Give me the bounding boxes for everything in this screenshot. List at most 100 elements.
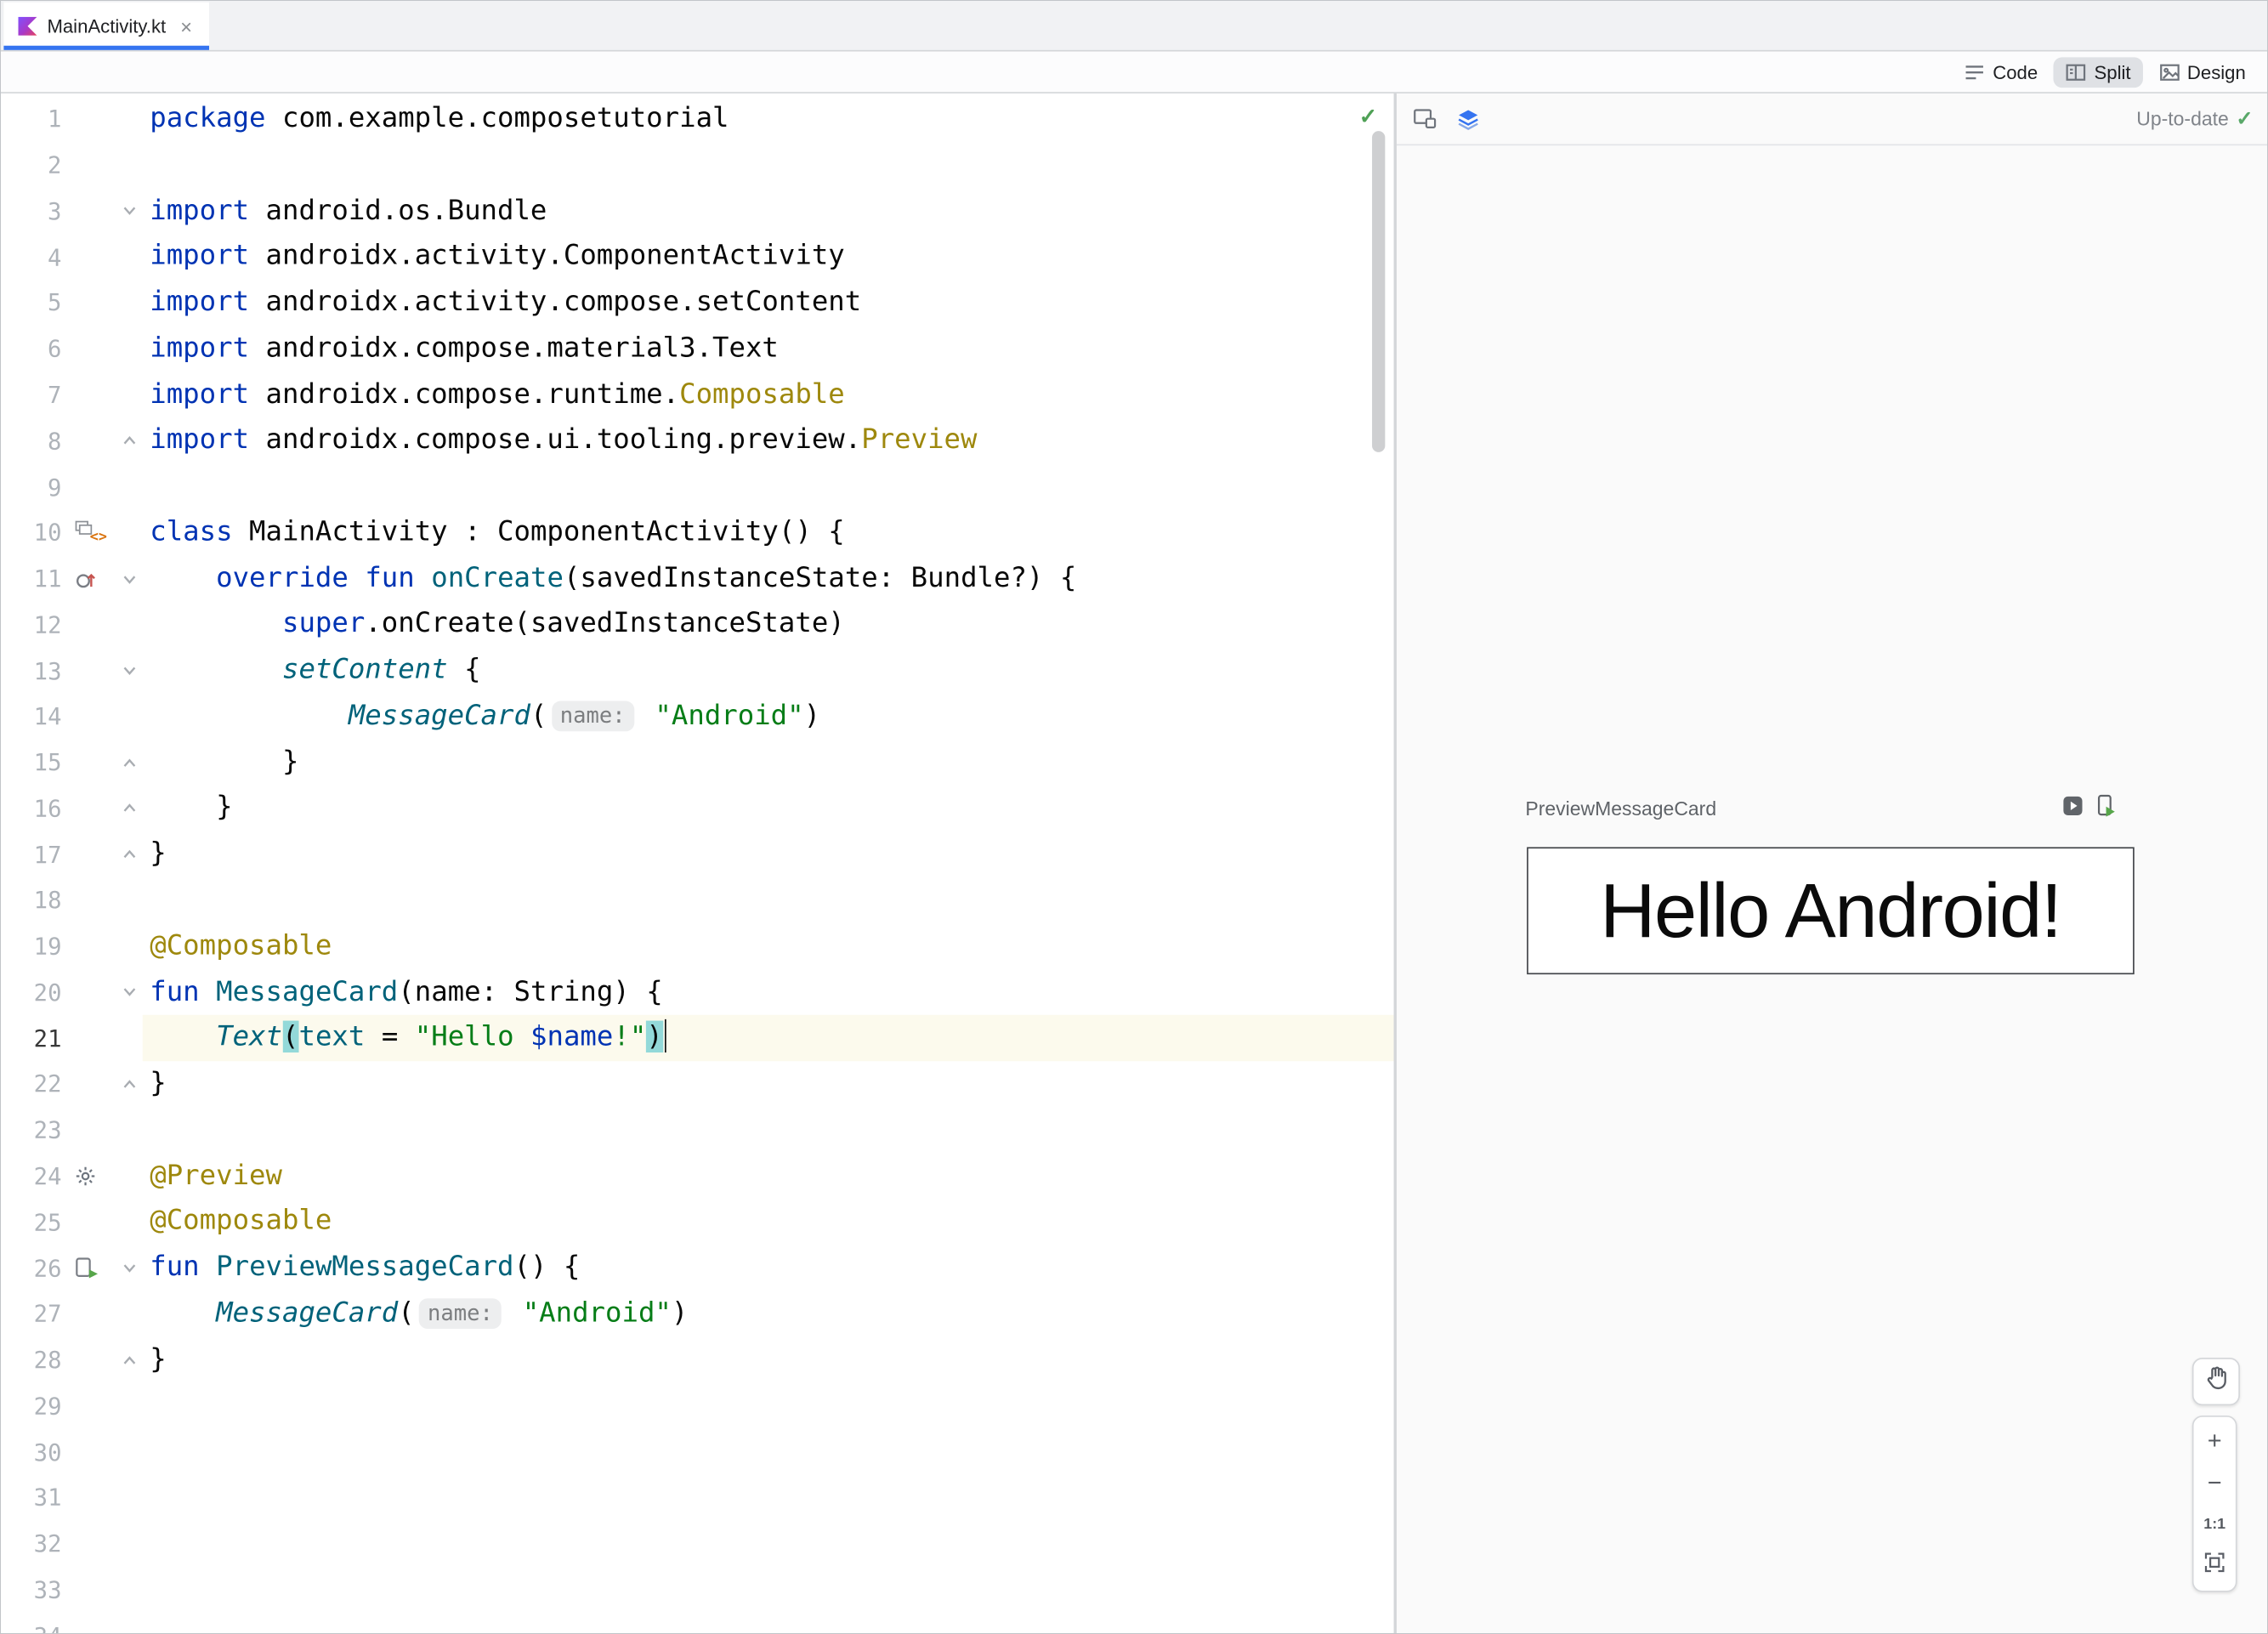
code-text[interactable]: fun MessageCard(name: String) { <box>143 969 1394 1015</box>
design-view-button[interactable]: Design <box>2146 57 2257 88</box>
line-number: 9 <box>48 473 62 501</box>
code-line[interactable]: 16 } <box>1 786 1394 831</box>
code-line[interactable]: 5 import androidx.activity.compose.setCon… <box>1 281 1394 326</box>
code-text[interactable]: } <box>143 786 1394 831</box>
code-text[interactable]: Text(text = "Hello $name!") <box>142 1015 1394 1062</box>
interactive-mode-icon[interactable] <box>2062 794 2084 823</box>
fit-to-screen-button[interactable] <box>2194 1547 2236 1585</box>
code-text[interactable]: import androidx.activity.compose.setCont… <box>143 281 1394 326</box>
code-line[interactable]: 27 MessageCard(name: "Android") <box>1 1291 1394 1337</box>
code-text[interactable]: super.onCreate(savedInstanceState) <box>143 602 1394 648</box>
code-line[interactable]: 32 <box>1 1521 1394 1567</box>
zoom-reset-button[interactable]: 1:1 <box>2194 1506 2236 1543</box>
code-line[interactable]: 4 import androidx.activity.ComponentActiv… <box>1 234 1394 280</box>
code-line[interactable]: 10 <> class MainActivity : ComponentActivi… <box>1 510 1394 556</box>
code-line[interactable]: 7 import androidx.compose.runtime.Composa… <box>1 372 1394 418</box>
fold-up-icon[interactable] <box>116 800 143 817</box>
code-line[interactable]: 3 import android.os.Bundle <box>1 188 1394 234</box>
fold-up-icon[interactable] <box>116 846 143 863</box>
code-line[interactable]: 14 MessageCard(name: "Android") <box>1 694 1394 740</box>
code-text[interactable]: MessageCard(name: "Android") <box>143 694 1394 740</box>
code-text[interactable]: setContent { <box>143 648 1394 694</box>
code-line[interactable]: 22} <box>1 1061 1394 1107</box>
code-text[interactable]: } <box>143 1061 1394 1107</box>
compose-preview-frame: Hello Android! <box>1527 847 2135 975</box>
code-line[interactable]: 9 <box>1 464 1394 510</box>
code-line[interactable]: 18 <box>1 877 1394 923</box>
fold-down-icon[interactable] <box>116 570 143 587</box>
code-line[interactable]: 29 <box>1 1383 1394 1429</box>
run-preview-icon[interactable] <box>61 1257 116 1279</box>
code-line[interactable]: 21 Text(text = "Hello $name!") <box>1 1015 1394 1062</box>
code-line[interactable]: 30 <box>1 1429 1394 1475</box>
preview-canvas[interactable]: PreviewMessageCard Hello Android! + − 1:… <box>1397 145 2267 1633</box>
code-line[interactable]: 11 override fun onCreate(savedInstanceSt… <box>1 556 1394 602</box>
code-text[interactable]: class MainActivity : ComponentActivity()… <box>143 510 1394 556</box>
code-line[interactable]: 19 @Composable <box>1 923 1394 969</box>
ui-check-icon[interactable] <box>1413 108 1437 130</box>
fold-up-icon[interactable] <box>116 1075 143 1092</box>
tab-close-icon[interactable]: × <box>180 16 192 37</box>
code-text[interactable]: import android.os.Bundle <box>143 188 1394 234</box>
code-text[interactable]: import androidx.compose.runtime.Composab… <box>143 372 1394 418</box>
zoom-out-button[interactable]: − <box>2194 1465 2236 1502</box>
code-line[interactable]: 2 <box>1 142 1394 188</box>
code-view-icon <box>1964 61 1986 83</box>
code-line[interactable]: 26 fun PreviewMessageCard() { <box>1 1245 1394 1291</box>
code-line[interactable]: 20 fun MessageCard(name: String) { <box>1 969 1394 1015</box>
code-text[interactable]: fun PreviewMessageCard() { <box>143 1245 1394 1291</box>
code-line[interactable]: 25 @Composable <box>1 1200 1394 1245</box>
code-text[interactable]: } <box>143 831 1394 877</box>
code-text[interactable]: override fun onCreate(savedInstanceState… <box>143 556 1394 602</box>
line-number: 11 <box>33 565 62 593</box>
fold-down-icon[interactable] <box>116 662 143 679</box>
code-text[interactable]: @Composable <box>143 1200 1394 1245</box>
code-text[interactable]: } <box>143 1337 1394 1383</box>
code-line[interactable]: 1 package com.example.composetutorial <box>1 96 1394 142</box>
design-view-label: Design <box>2186 60 2246 83</box>
inspections-ok-icon[interactable]: ✓ <box>1359 104 1377 130</box>
editor-scrollbar[interactable] <box>1372 131 1386 452</box>
code-text[interactable]: import androidx.compose.ui.tooling.previ… <box>143 418 1394 464</box>
code-line[interactable]: 33 <box>1 1567 1394 1613</box>
fold-down-icon[interactable] <box>116 1259 143 1276</box>
split-view-button[interactable]: Split <box>2053 56 2143 88</box>
fold-up-icon[interactable] <box>116 754 143 771</box>
run-on-device-icon[interactable] <box>2097 793 2116 824</box>
pan-button[interactable] <box>2191 1358 2240 1406</box>
fold-down-icon[interactable] <box>116 202 143 219</box>
override-marker-icon[interactable] <box>61 567 116 590</box>
code-line[interactable]: 34 <box>1 1613 1394 1633</box>
code-line[interactable]: 17} <box>1 831 1394 877</box>
preview-gear-icon[interactable] <box>61 1166 116 1188</box>
code-text[interactable]: import androidx.activity.ComponentActivi… <box>143 234 1394 280</box>
code-text[interactable]: @Preview <box>143 1153 1394 1199</box>
code-line[interactable]: 8 import androidx.compose.ui.tooling.prev… <box>1 418 1394 464</box>
code-line[interactable]: 12 super.onCreate(savedInstanceState) <box>1 602 1394 648</box>
code-editor[interactable]: 1 package com.example.composetutorial 2 3 im… <box>1 93 1394 1633</box>
line-number: 33 <box>33 1575 62 1604</box>
code-text[interactable]: } <box>143 740 1394 786</box>
line-number: 4 <box>48 243 62 271</box>
fold-up-icon[interactable] <box>116 1351 143 1368</box>
zoom-in-button[interactable]: + <box>2194 1423 2236 1461</box>
code-line[interactable]: 13 setContent { <box>1 648 1394 694</box>
code-text[interactable]: MessageCard(name: "Android") <box>143 1291 1394 1337</box>
code-view-button[interactable]: Code <box>1953 57 2050 88</box>
code-line[interactable]: 6 import androidx.compose.material3.Text <box>1 326 1394 372</box>
code-line[interactable]: 15 } <box>1 740 1394 786</box>
preview-card-title: PreviewMessageCard <box>1525 797 1717 820</box>
fold-down-icon[interactable] <box>116 984 143 1001</box>
fold-up-icon[interactable] <box>116 432 143 449</box>
code-line[interactable]: 31 <box>1 1475 1394 1521</box>
code-text[interactable]: import androidx.compose.material3.Text <box>143 326 1394 372</box>
code-text[interactable]: package com.example.composetutorial <box>143 96 1394 142</box>
code-line[interactable]: 28} <box>1 1337 1394 1383</box>
layers-icon[interactable] <box>1456 107 1481 130</box>
tab-mainactivity[interactable]: MainActivity.kt × <box>3 2 211 50</box>
code-text[interactable]: @Composable <box>143 923 1394 969</box>
code-line[interactable]: 23 <box>1 1107 1394 1153</box>
build-status: Up-to-date ✓ <box>2136 106 2253 131</box>
class-marker-icon[interactable]: <> <box>61 520 116 545</box>
code-line[interactable]: 24 @Preview <box>1 1153 1394 1199</box>
